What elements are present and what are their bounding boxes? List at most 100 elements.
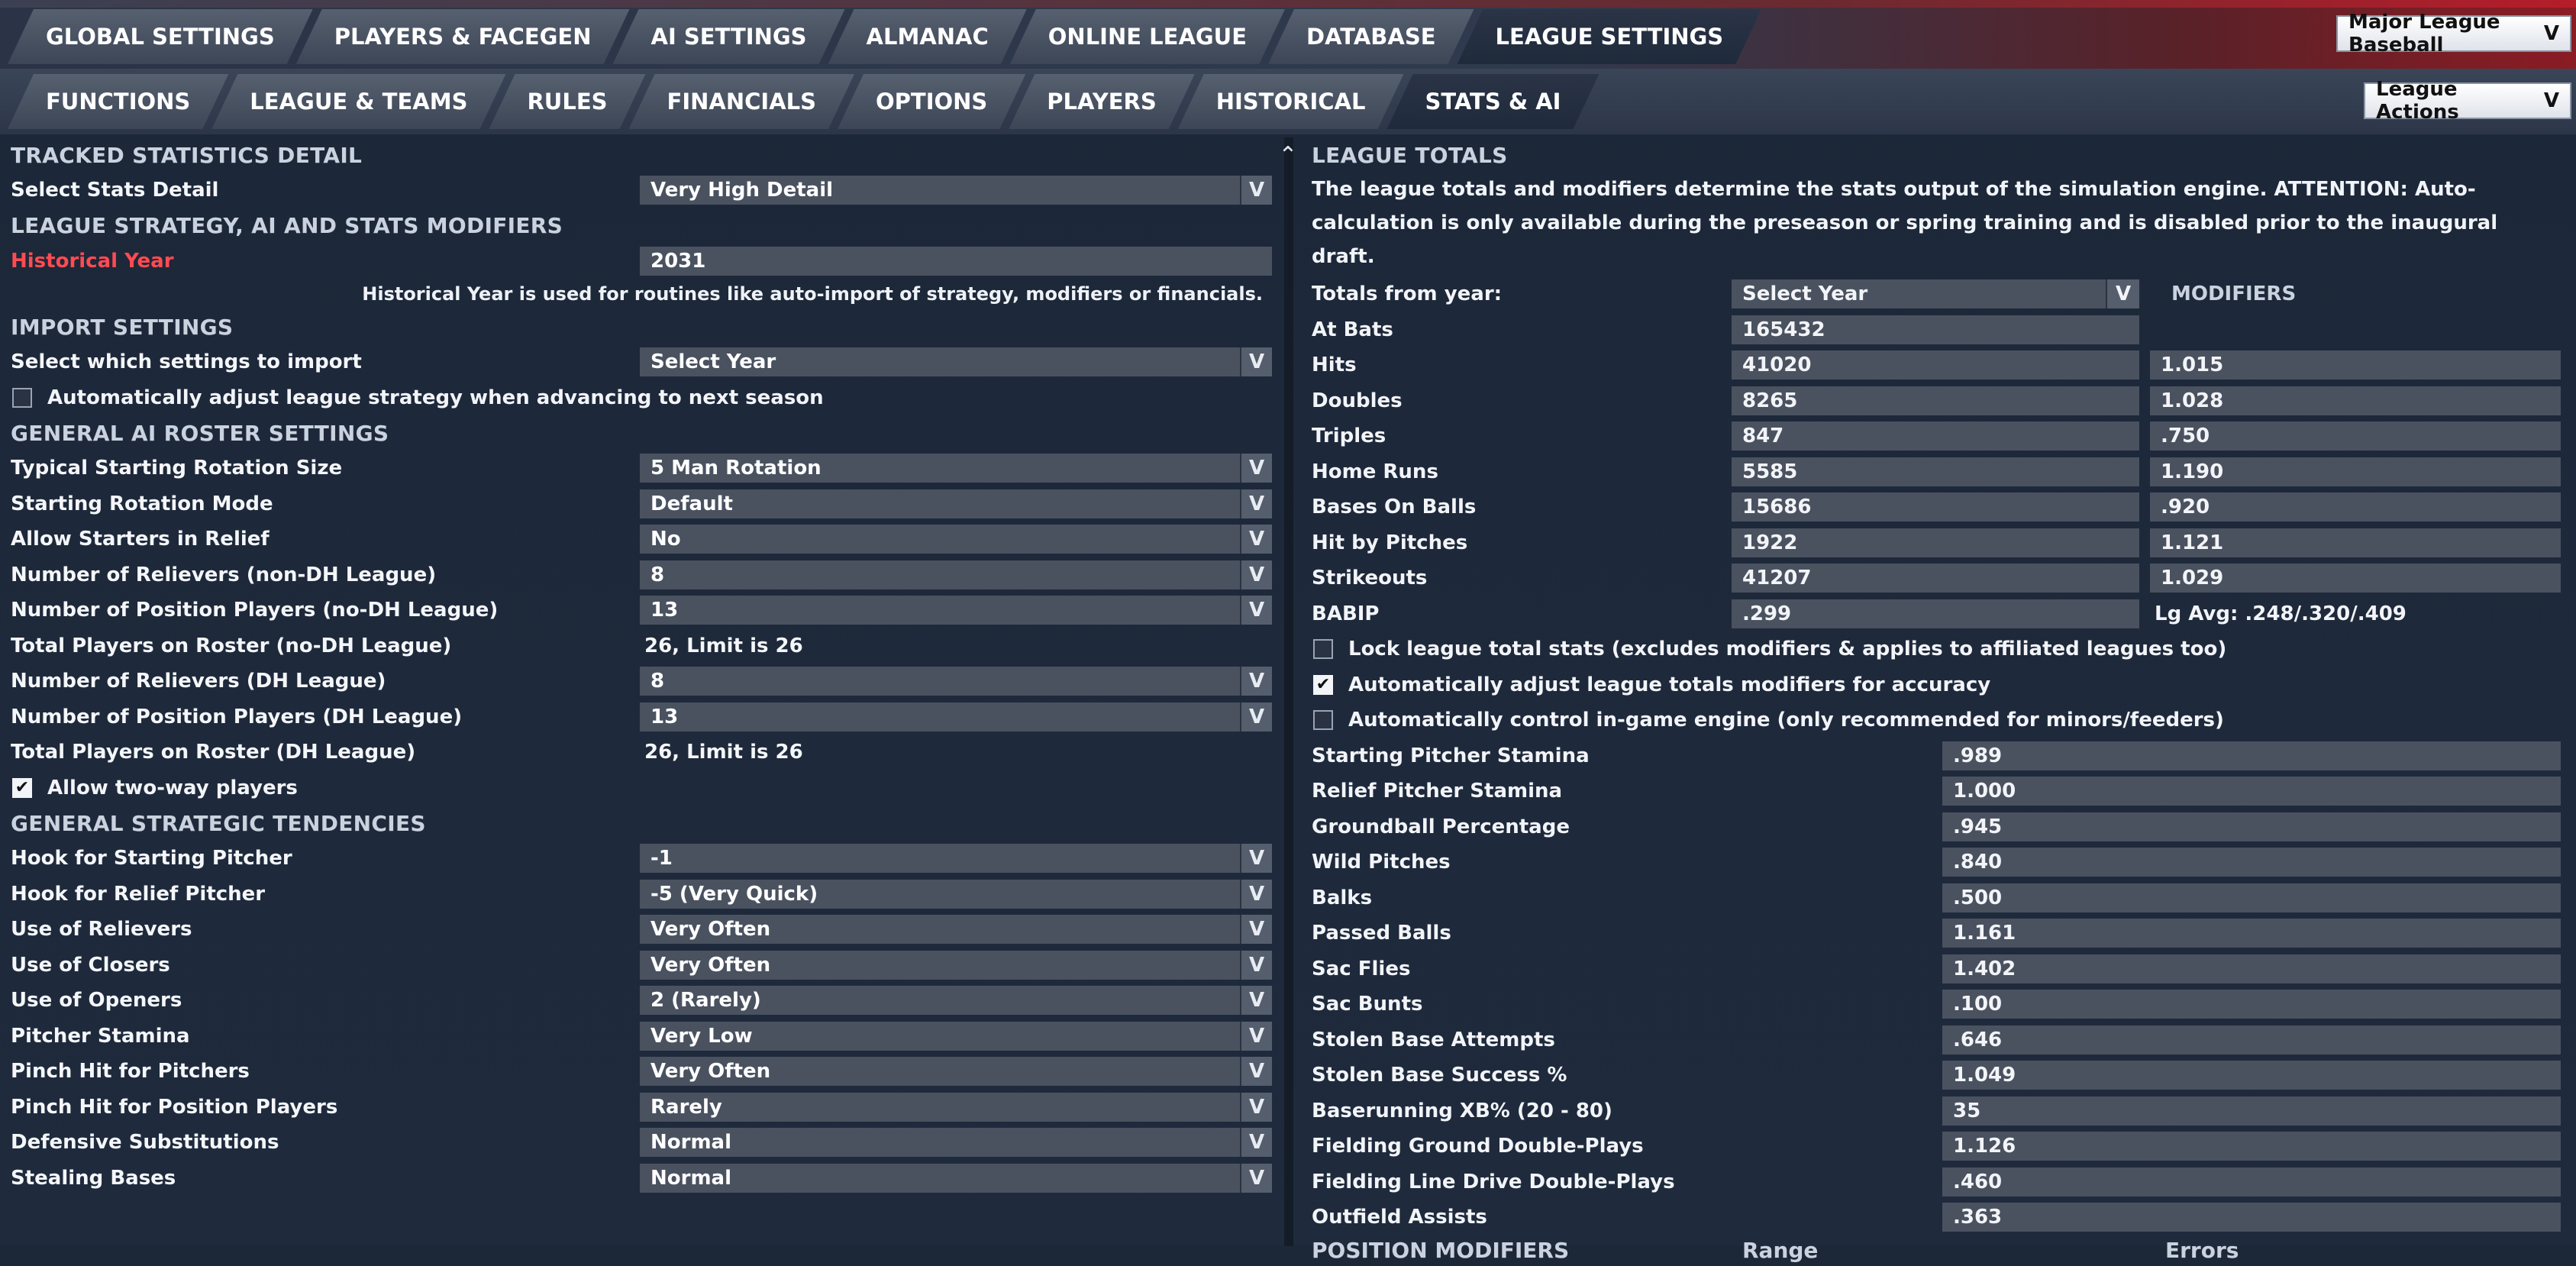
import-select-dropdown[interactable]: Select Year V (640, 347, 1272, 377)
checkbox-unchecked-icon[interactable] (12, 387, 32, 408)
tendency-setting-dropdown[interactable]: -5 (Very Quick) V (640, 879, 1272, 909)
top-tab-5[interactable]: DATABASE (1268, 9, 1474, 64)
top-tab-0[interactable]: GLOBAL SETTINGS (8, 9, 313, 64)
league-total-input[interactable]: 41020 (1732, 350, 2139, 380)
engine-modifier-input[interactable]: .646 (1942, 1025, 2561, 1054)
auto-adjust-strategy-label: Automatically adjust league strategy whe… (47, 386, 824, 409)
auto-adjust-strategy-row[interactable]: Automatically adjust league strategy whe… (11, 380, 1270, 416)
babip-input[interactable]: .299 (1732, 599, 2139, 628)
chevron-down-icon: V (1240, 489, 1272, 518)
roster-setting-dropdown[interactable]: No V (640, 525, 1272, 554)
tendency-setting-row: Use of Relievers Very Often V (11, 912, 1272, 948)
stats-detail-dropdown[interactable]: Very High Detail V (640, 176, 1272, 205)
tendency-setting-dropdown[interactable]: Very Often V (640, 1057, 1272, 1087)
league-modifier-input[interactable]: .920 (2150, 493, 2561, 522)
engine-modifier-input[interactable]: .100 (1942, 990, 2561, 1019)
league-modifier-input[interactable]: .750 (2150, 421, 2561, 451)
babip-label: BABIP (1312, 602, 1380, 625)
tendency-setting-dropdown[interactable]: 2 (Rarely) V (640, 986, 1272, 1016)
league-total-value: 41020 (1742, 354, 1812, 377)
league-actions-button[interactable]: League Actions V (2364, 78, 2571, 124)
league-total-input[interactable]: 5585 (1732, 457, 2139, 486)
league-total-input[interactable]: 15686 (1732, 493, 2139, 522)
top-tab-2[interactable]: AI SETTINGS (613, 9, 845, 64)
sub-tab-7[interactable]: STATS & AI (1386, 74, 1599, 129)
roster-setting-dropdown[interactable]: 8V (640, 667, 1272, 696)
engine-modifier-input[interactable]: .840 (1942, 848, 2561, 877)
roster-setting-dropdown[interactable]: 13 V (640, 702, 1272, 732)
tendency-setting-dropdown[interactable]: Very Often V (640, 915, 1272, 945)
roster-setting-dropdown[interactable]: 8V (640, 560, 1272, 589)
chevron-down-icon: V (1240, 454, 1272, 483)
league-modifier-input[interactable]: 1.028 (2150, 386, 2561, 415)
at-bats-input[interactable]: 165432 (1732, 315, 2139, 344)
league-select[interactable]: Major League Baseball V (2336, 11, 2571, 57)
league-total-input[interactable]: 1922 (1732, 528, 2139, 557)
roster-setting-dropdown[interactable]: 13 V (640, 596, 1272, 625)
totals-option-row[interactable]: Automatically control in-game engine (on… (1312, 702, 2564, 738)
engine-modifier-row: Stolen Base Success % 1.049 (1312, 1058, 2564, 1093)
league-modifier-input[interactable]: 1.121 (2150, 528, 2561, 557)
sub-tab-2[interactable]: RULES (489, 74, 645, 129)
engine-modifier-input[interactable]: .500 (1942, 883, 2561, 912)
scroll-up-icon[interactable]: ⌃ (1277, 142, 1299, 169)
league-modifier-input[interactable]: 1.015 (2150, 350, 2561, 380)
engine-modifier-input[interactable]: 1.000 (1942, 777, 2561, 806)
roster-setting-row: Number of Relievers (DH League) 8 V (11, 664, 1272, 699)
engine-modifier-row: Wild Pitches .840 (1312, 845, 2564, 880)
tendency-setting-dropdown[interactable]: Normal V (640, 1163, 1272, 1193)
tendency-setting-dropdown[interactable]: Very Low V (640, 1021, 1272, 1051)
chevron-down-icon: V (1240, 986, 1272, 1016)
sub-tab-1[interactable]: LEAGUE & TEAMS (211, 74, 505, 129)
tendency-setting-dropdown[interactable]: -1 V (640, 844, 1272, 874)
engine-modifier-input[interactable]: 1.402 (1942, 954, 2561, 983)
engine-modifier-value: .646 (1953, 1028, 2003, 1051)
two-way-players-row[interactable]: ✔ Allow two-way players (11, 770, 1270, 806)
import-select-row: Select which settings to import Select Y… (11, 344, 1272, 380)
tendency-setting-row: Pitcher Stamina Very Low V (11, 1019, 1272, 1054)
engine-modifier-input[interactable]: 35 (1942, 1096, 2561, 1126)
roster-setting-dropdown[interactable]: Default V (640, 489, 1272, 518)
league-total-input[interactable]: 8265 (1732, 386, 2139, 415)
league-total-input[interactable]: 847 (1732, 421, 2139, 451)
league-total-input[interactable]: 41207 (1732, 564, 2139, 593)
checkbox-checked-icon[interactable]: ✔ (1313, 674, 1333, 695)
top-tab-3[interactable]: ALMANAC (828, 9, 1027, 64)
engine-modifier-input[interactable]: .460 (1942, 1167, 2561, 1197)
top-tab-6[interactable]: LEAGUE SETTINGS (1457, 9, 1762, 64)
sub-tab-5[interactable]: PLAYERS (1009, 74, 1194, 129)
tendency-setting-dropdown[interactable]: Very Often V (640, 950, 1272, 980)
engine-modifier-value: 1.049 (1953, 1064, 2016, 1087)
engine-modifier-input[interactable]: .363 (1942, 1203, 2561, 1232)
roster-setting-dropdown[interactable]: 5 Man Rotation V (640, 454, 1272, 483)
at-bats-label: At Bats (1312, 318, 1393, 341)
engine-modifier-input[interactable]: .945 (1942, 812, 2561, 841)
league-modifier-value: .920 (2161, 496, 2210, 519)
sub-tab-4[interactable]: OPTIONS (838, 74, 1025, 129)
engine-modifier-input[interactable]: .989 (1942, 741, 2561, 770)
engine-modifier-label: Stolen Base Success % (1312, 1064, 1567, 1087)
totals-option-row[interactable]: Lock league total stats (excludes modifi… (1312, 631, 2564, 667)
totals-from-dropdown[interactable]: Select Year V (1732, 279, 2139, 309)
tendency-setting-label: Hook for Relief Pitcher (11, 882, 266, 906)
totals-option-row[interactable]: ✔ Automatically adjust league totals modi… (1312, 667, 2564, 703)
engine-modifier-input[interactable]: 1.049 (1942, 1061, 2561, 1090)
historical-year-input[interactable]: 2031 (640, 246, 1272, 276)
engine-modifier-row: Sac Flies 1.402 (1312, 951, 2564, 987)
engine-modifier-input[interactable]: 1.161 (1942, 919, 2561, 948)
tendency-setting-dropdown[interactable]: Rarely V (640, 1092, 1272, 1122)
league-modifier-input[interactable]: 1.029 (2150, 564, 2561, 593)
import-select-label: Select which settings to import (11, 350, 362, 374)
checkbox-checked-icon[interactable]: ✔ (12, 777, 32, 798)
engine-modifier-input[interactable]: 1.126 (1942, 1132, 2561, 1161)
league-modifier-input[interactable]: 1.190 (2150, 457, 2561, 486)
panel-scrollbar[interactable] (1284, 137, 1293, 1246)
sub-tab-6[interactable]: HISTORICAL (1178, 74, 1404, 129)
sub-tab-3[interactable]: FINANCIALS (629, 74, 854, 129)
top-tab-1[interactable]: PLAYERS & FACEGEN (296, 9, 630, 64)
sub-tab-0[interactable]: FUNCTIONS (8, 74, 228, 129)
checkbox-unchecked-icon[interactable] (1313, 710, 1333, 731)
checkbox-unchecked-icon[interactable] (1313, 639, 1333, 660)
tendency-setting-dropdown[interactable]: Normal V (640, 1128, 1272, 1158)
top-tab-4[interactable]: ONLINE LEAGUE (1010, 9, 1285, 64)
